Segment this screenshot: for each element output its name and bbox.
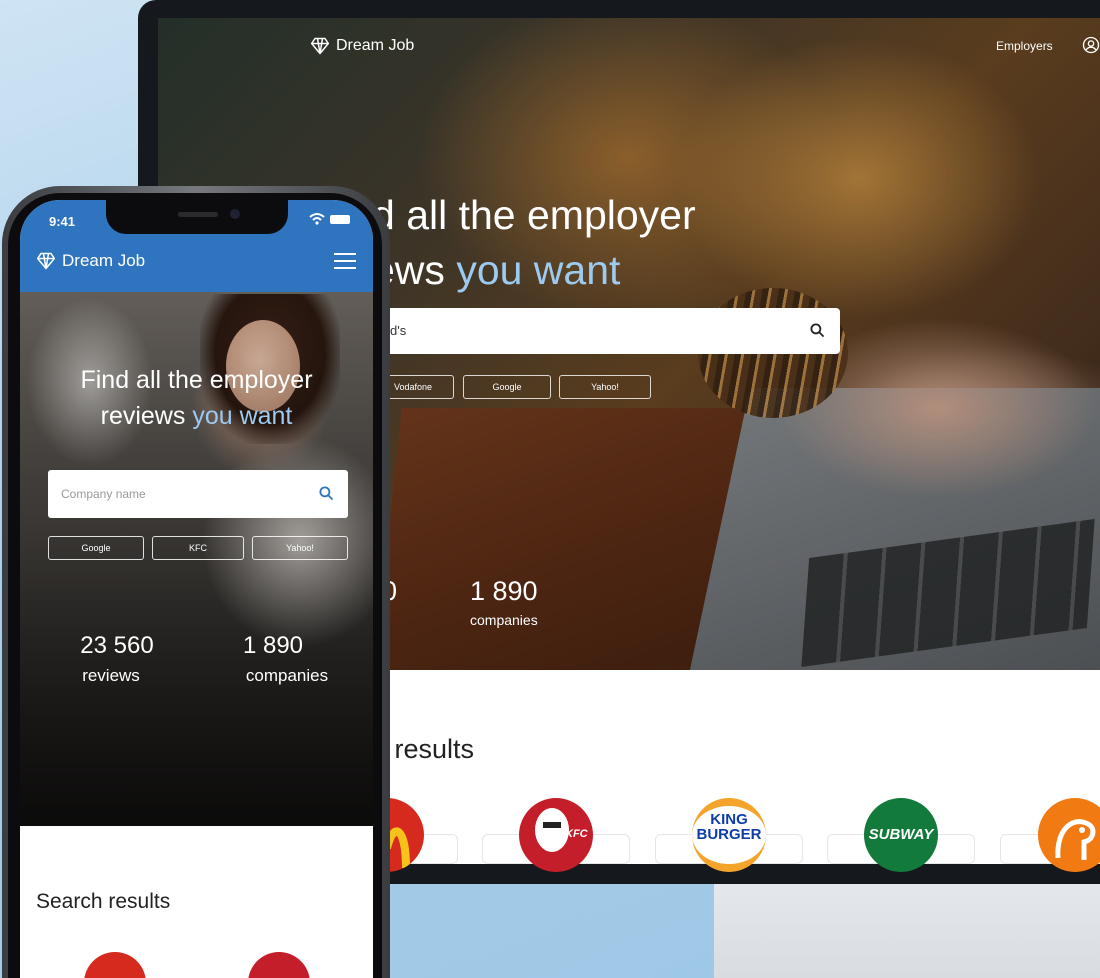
search-icon[interactable] <box>808 321 826 339</box>
phone-hero-title-line1: Find all the employer <box>80 366 313 394</box>
nav-employers-link[interactable]: Employers <box>996 39 1053 53</box>
phone-chip-kfc[interactable]: KFC <box>152 536 244 560</box>
phone-chip-google[interactable]: Google <box>48 536 144 560</box>
phone-stat-reviews-number: 23 560 <box>80 632 154 659</box>
phone-hero-title-line2: reviews you want <box>20 398 373 434</box>
desktop-logo[interactable]: Dream Job <box>310 36 414 56</box>
desktop-search-value: d's <box>390 323 407 338</box>
phone-search-placeholder: Company name <box>61 487 146 501</box>
desktop-chip-google[interactable]: Google <box>463 375 551 399</box>
kfc-logo <box>248 952 310 978</box>
kfc-logo: KFC <box>519 798 593 872</box>
desktop-chip-yahoo[interactable]: Yahoo! <box>559 375 651 399</box>
desktop-navbar: Dream Job Employers <box>158 18 1100 74</box>
phone-stat-reviews-label: reviews <box>82 666 140 685</box>
phone-hero-title-plain: reviews <box>100 402 193 430</box>
diamond-logo-icon <box>310 37 330 55</box>
kfc-logo-text: KFC <box>565 828 588 840</box>
phone-header: 9:41 Dream Job <box>20 200 373 292</box>
desktop-hero-title-accent: you want <box>456 247 621 293</box>
phone-results-title: Search results <box>36 890 171 913</box>
phone-hero-title: Find all the employer reviews you want <box>20 362 373 434</box>
phone-hero-title-accent: you want <box>192 402 293 430</box>
phone-notch <box>106 200 288 234</box>
phone-search-input[interactable]: Company name <box>48 470 348 518</box>
desktop-hero-title: d all the employer ews you want <box>372 188 696 298</box>
user-icon[interactable] <box>1082 36 1100 54</box>
phone-hero: Find all the employer reviews you want C… <box>20 292 373 826</box>
desktop-search-input[interactable]: d's <box>372 308 840 354</box>
battery-icon <box>330 215 350 224</box>
desktop-stat-companies-label: companies <box>470 612 538 628</box>
brand-name: Dream Job <box>62 251 146 270</box>
desktop-hero-title-line1: d all the employer <box>372 192 696 238</box>
phone-stat-companies-label: companies <box>245 666 329 685</box>
speaker-grille <box>178 212 218 217</box>
search-icon[interactable] <box>317 484 335 502</box>
mcdonalds-logo <box>84 952 146 978</box>
phone-stat-companies-number: 1 890 <box>242 632 304 659</box>
status-time: 9:41 <box>49 214 76 229</box>
kfc-glasses-icon <box>543 822 561 828</box>
front-camera <box>230 209 240 219</box>
phone-chip-yahoo[interactable]: Yahoo! <box>252 536 348 560</box>
brand-name: Dream Job <box>336 37 415 54</box>
desktop-hero-title-line2: ews you want <box>372 243 696 298</box>
diamond-logo-icon <box>36 252 56 270</box>
menu-icon[interactable] <box>334 251 356 271</box>
desktop-stat-companies-number: 1 890 <box>470 576 538 606</box>
phone-screen: 9:41 Dream Job Find all the employer rev… <box>20 200 373 978</box>
subway-logo: SUBWAY <box>864 798 938 872</box>
burger-king-logo-text: KING BURGER <box>696 811 762 843</box>
subway-logo-text: SUBWAY <box>868 826 934 843</box>
background-card <box>714 870 1100 978</box>
wifi-icon <box>309 213 350 225</box>
burger-king-logo: KING BURGER <box>692 798 766 872</box>
phone-logo[interactable]: Dream Job <box>36 251 145 271</box>
kfc-colonel-icon <box>535 808 569 852</box>
